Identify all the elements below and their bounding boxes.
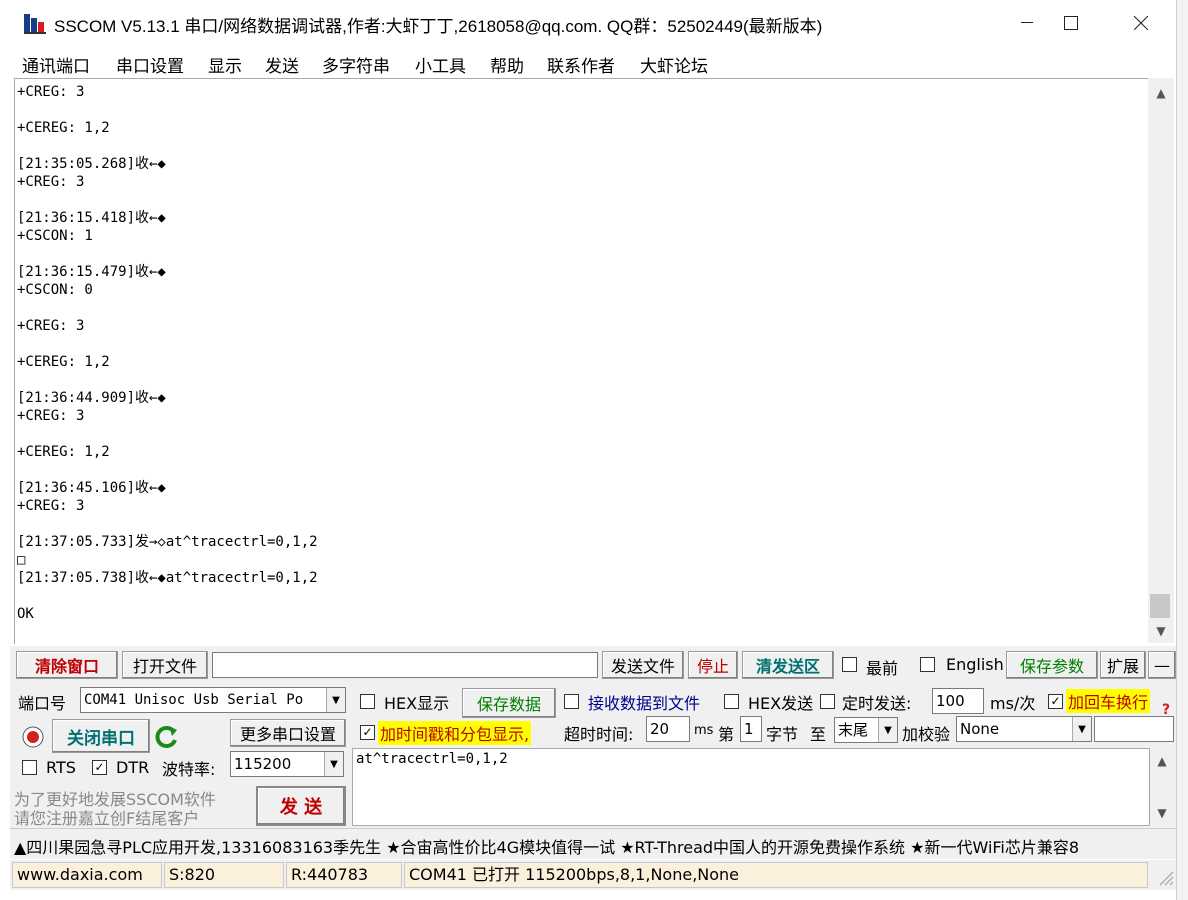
to-select-value: 末尾 [838,721,869,739]
close-port-button[interactable]: 关闭串口 [52,719,150,753]
menu-help[interactable]: 帮助 [490,52,524,77]
timeout-input[interactable]: 20 [646,716,690,742]
hex-send-label: HEX发送 [748,694,814,713]
hex-send-checkbox[interactable] [724,694,739,709]
promo-line2[interactable]: 请您注册嘉立创F结尾客户 [14,805,199,829]
receive-scrollbar[interactable]: ▲ ▼ [1148,78,1174,643]
chevron-down-icon[interactable]: ▼ [1072,717,1091,741]
menu-bar: 通讯端口 串口设置 显示 发送 多字符串 小工具 帮助 联系作者 大虾论坛 [0,46,1176,78]
to-label: 至 [810,725,827,744]
open-file-button[interactable]: 打开文件 [122,651,208,679]
title-bar: SSCOM V5.13.1 串口/网络数据调试器,作者:大虾丁丁,2618058… [0,0,1188,46]
clear-window-button[interactable]: 清除窗口 [16,651,118,679]
background-window-bottom [700,890,1176,900]
status-website[interactable]: www.daxia.com [12,862,162,888]
resize-grip-icon[interactable] [1156,868,1174,886]
clear-send-button[interactable]: 清发送区 [742,651,834,679]
recv-to-file-checkbox[interactable] [564,694,579,709]
menu-comm-port[interactable]: 通讯端口 [22,52,90,77]
close-icon[interactable] [1118,0,1164,46]
baud-select-value: 115200 [234,755,292,773]
chevron-down-icon[interactable]: ▼ [326,688,345,712]
checksum-result-field [1094,716,1174,742]
port-select-value: COM41 Unisoc Usb Serial Po [84,692,304,708]
send-scrollbar[interactable]: ▲ ▼ [1150,748,1174,826]
ad-ticker: ▲四川果园急寻PLC应用开发,13316083163季先生 ★合宙高性价比4G模… [10,828,1176,859]
send-button[interactable]: 发 送 [256,786,346,826]
maximize-icon[interactable] [1048,0,1094,46]
timed-send-label: 定时发送: [842,694,912,713]
more-settings-button[interactable]: 更多串口设置 [230,719,346,747]
expand-button[interactable]: 扩展 [1100,651,1146,679]
send-input[interactable]: at^tracectrl=0,1,2 [352,748,1150,826]
receive-area[interactable]: +CREG: 3 +CEREG: 1,2 [21:35:05.268]收←◆ +… [14,78,1148,644]
timed-send-checkbox[interactable] [820,694,835,709]
menu-tools[interactable]: 小工具 [415,52,466,77]
file-path-input[interactable] [212,652,598,678]
topmost-checkbox[interactable] [842,657,857,672]
timeout-label: 超时时间: [564,725,634,744]
menu-contact-author[interactable]: 联系作者 [547,52,615,77]
byte-input[interactable]: 1 [740,716,762,742]
window-title: SSCOM V5.13.1 串口/网络数据调试器,作者:大虾丁丁,2618058… [54,17,823,36]
receive-text: +CREG: 3 +CEREG: 1,2 [21:35:05.268]收←◆ +… [17,84,318,622]
port-label: 端口号 [18,694,67,713]
collapse-button[interactable]: — [1148,651,1176,679]
recv-to-file-label: 接收数据到文件 [588,694,701,713]
save-params-button[interactable]: 保存参数 [1006,651,1098,679]
send-file-button[interactable]: 发送文件 [602,651,684,679]
port-select[interactable]: COM41 Unisoc Usb Serial Po [80,687,346,713]
app-icon [24,12,48,34]
status-received-count: R:440783 [286,862,402,888]
menu-forum[interactable]: 大虾论坛 [640,52,708,77]
checksum-label: 加校验 [902,725,951,744]
hex-display-checkbox[interactable] [360,694,375,709]
scroll-up-icon[interactable]: ▲ [1150,748,1174,774]
timestamp-checkbox[interactable]: ✓ [360,725,375,740]
refresh-icon[interactable] [154,724,180,750]
status-port-state: COM41 已打开 115200bps,8,1,None,None [404,862,1148,888]
topmost-label: 最前 [866,659,899,678]
port-status-icon [22,726,44,748]
background-window-edge [1176,0,1188,900]
scroll-down-icon[interactable]: ▼ [1150,800,1174,826]
append-newline-label: 加回车换行 [1066,689,1151,713]
menu-send[interactable]: 发送 [265,52,299,77]
menu-multi-string[interactable]: 多字符串 [322,52,390,77]
baud-label: 波特率: [162,760,216,779]
timeout-unit: ms [694,723,714,738]
stop-button[interactable]: 停止 [688,651,738,679]
scroll-up-icon[interactable]: ▲ [1148,80,1174,106]
checksum-select-value: None [960,720,1000,738]
status-sent-count: S:820 [164,862,284,888]
menu-serial-settings[interactable]: 串口设置 [116,52,184,77]
dtr-label: DTR [116,758,150,777]
chevron-down-icon[interactable]: ▼ [878,718,897,742]
save-data-button[interactable]: 保存数据 [462,688,556,718]
dtr-checkbox[interactable]: ✓ [92,760,107,775]
receive-scroll-thumb[interactable] [1150,594,1170,618]
minimize-icon[interactable] [1004,0,1050,46]
scroll-down-icon[interactable]: ▼ [1148,618,1174,644]
byte-suffix: 字节 [766,725,799,744]
byte-prefix: 第 [718,725,735,744]
interval-unit: ms/次 [990,694,1036,713]
rts-checkbox[interactable] [22,760,37,775]
status-bar: www.daxia.com S:820 R:440783 COM41 已打开 1… [10,860,1176,890]
hex-display-label: HEX显示 [384,694,450,713]
english-checkbox[interactable] [920,657,935,672]
chevron-down-icon[interactable]: ▼ [324,752,343,776]
ticker-text[interactable]: ▲四川果园急寻PLC应用开发,13316083163季先生 ★合宙高性价比4G模… [14,834,1079,858]
timestamp-label: 加时间戳和分包显示, [378,721,532,745]
english-label: English [946,655,1004,674]
interval-input[interactable]: 100 [932,688,984,714]
append-newline-checkbox[interactable]: ✓ [1048,694,1063,709]
rts-label: RTS [46,758,76,777]
send-text: at^tracectrl=0,1,2 [356,751,508,767]
menu-display[interactable]: 显示 [208,52,242,77]
